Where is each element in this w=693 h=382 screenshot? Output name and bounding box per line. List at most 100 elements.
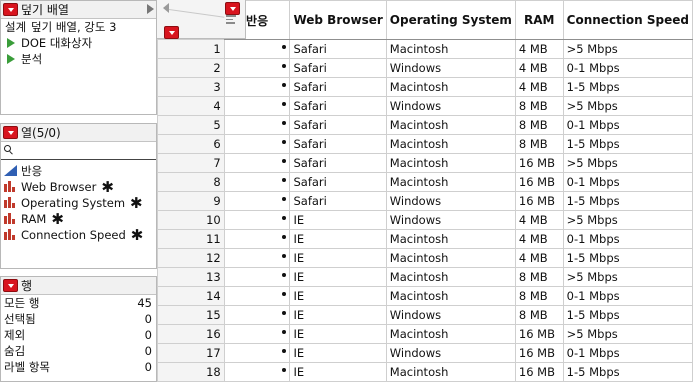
rows-hotspot-icon[interactable] — [3, 279, 18, 292]
row-number[interactable]: 2 — [157, 58, 225, 78]
row-number[interactable]: 10 — [157, 210, 225, 230]
cell-web-browser[interactable]: IE — [289, 305, 387, 325]
cell-response[interactable] — [223, 229, 291, 249]
cell-connection-speed[interactable]: 0-1 Mbps — [562, 343, 693, 363]
cell-ram[interactable]: 16 MB — [514, 191, 564, 211]
column-item-operating-system[interactable]: Operating System ✱ — [1, 195, 156, 211]
cell-operating-system[interactable]: Macintosh — [385, 362, 516, 382]
cell-ram[interactable]: 8 MB — [514, 115, 564, 135]
cell-connection-speed[interactable]: >5 Mbps — [562, 267, 693, 287]
cell-ram[interactable]: 16 MB — [514, 153, 564, 173]
cell-response[interactable] — [223, 115, 291, 135]
cell-web-browser[interactable]: Safari — [289, 115, 387, 135]
table-row[interactable]: 12 IE Macintosh 4 MB 1-5 Mbps — [157, 248, 693, 268]
row-number[interactable]: 1 — [157, 39, 225, 59]
cell-response[interactable] — [223, 96, 291, 116]
column-item-web-browser[interactable]: Web Browser ✱ — [1, 179, 156, 195]
cell-operating-system[interactable]: Macintosh — [385, 115, 516, 135]
cell-response[interactable] — [223, 153, 291, 173]
cell-operating-system[interactable]: Windows — [385, 343, 516, 363]
design-panel-header[interactable]: 덮기 배열 — [1, 1, 156, 19]
table-row[interactable]: 15 IE Windows 8 MB 1-5 Mbps — [157, 305, 693, 325]
cell-operating-system[interactable]: Macintosh — [385, 286, 516, 306]
cell-ram[interactable]: 4 MB — [514, 229, 564, 249]
cell-response[interactable] — [223, 39, 291, 59]
lock-icon[interactable]: ✱ — [51, 210, 64, 228]
row-number[interactable]: 11 — [157, 229, 225, 249]
cell-response[interactable] — [223, 343, 291, 363]
row-number[interactable]: 5 — [157, 115, 225, 135]
columns-hotspot-icon[interactable] — [3, 126, 18, 139]
cell-response[interactable] — [223, 210, 291, 230]
rows-panel-header[interactable]: 행 — [1, 277, 156, 295]
cell-operating-system[interactable]: Macintosh — [385, 134, 516, 154]
cell-operating-system[interactable]: Windows — [385, 96, 516, 116]
cell-operating-system[interactable]: Macintosh — [385, 229, 516, 249]
cell-web-browser[interactable]: IE — [289, 248, 387, 268]
cell-web-browser[interactable]: IE — [289, 267, 387, 287]
cell-connection-speed[interactable]: >5 Mbps — [562, 96, 693, 116]
table-hotspot-icon[interactable] — [225, 2, 240, 15]
row-number[interactable]: 17 — [157, 343, 225, 363]
cell-connection-speed[interactable]: 1-5 Mbps — [562, 305, 693, 325]
cell-operating-system[interactable]: Windows — [385, 191, 516, 211]
table-row[interactable]: 11 IE Macintosh 4 MB 0-1 Mbps — [157, 229, 693, 249]
table-row[interactable]: 4 Safari Windows 8 MB >5 Mbps — [157, 96, 693, 116]
cell-connection-speed[interactable]: 0-1 Mbps — [562, 172, 693, 192]
cell-connection-speed[interactable]: 0-1 Mbps — [562, 115, 693, 135]
cell-web-browser[interactable]: Safari — [289, 77, 387, 97]
cell-response[interactable] — [223, 324, 291, 344]
cell-ram[interactable]: 8 MB — [514, 96, 564, 116]
lock-icon[interactable]: ✱ — [131, 226, 144, 244]
cell-connection-speed[interactable]: 1-5 Mbps — [562, 77, 693, 97]
row-number[interactable]: 16 — [157, 324, 225, 344]
cell-operating-system[interactable]: Windows — [385, 58, 516, 78]
row-number[interactable]: 3 — [157, 77, 225, 97]
columns-panel-header[interactable]: 열(5/0) — [1, 124, 156, 142]
design-hotspot-icon[interactable] — [3, 3, 18, 16]
select-columns-icon[interactable] — [226, 15, 236, 25]
script-analysis[interactable]: 분석 — [1, 51, 156, 67]
cell-ram[interactable]: 4 MB — [514, 39, 564, 59]
cell-web-browser[interactable]: Safari — [289, 172, 387, 192]
cell-operating-system[interactable]: Macintosh — [385, 172, 516, 192]
cell-ram[interactable]: 4 MB — [514, 58, 564, 78]
table-row[interactable]: 9 Safari Windows 16 MB 1-5 Mbps — [157, 191, 693, 211]
table-row[interactable]: 7 Safari Macintosh 16 MB >5 Mbps — [157, 153, 693, 173]
cell-response[interactable] — [223, 267, 291, 287]
cell-operating-system[interactable]: Macintosh — [385, 39, 516, 59]
cell-response[interactable] — [223, 286, 291, 306]
lock-icon[interactable]: ✱ — [130, 194, 143, 212]
cell-operating-system[interactable]: Macintosh — [385, 324, 516, 344]
cell-connection-speed[interactable]: 1-5 Mbps — [562, 362, 693, 382]
collapse-right-icon[interactable] — [147, 4, 154, 14]
table-row[interactable]: 17 IE Windows 16 MB 0-1 Mbps — [157, 343, 693, 363]
cell-web-browser[interactable]: Safari — [289, 191, 387, 211]
row-number[interactable]: 8 — [157, 172, 225, 192]
cell-connection-speed[interactable]: 1-5 Mbps — [562, 191, 693, 211]
cell-web-browser[interactable]: IE — [289, 210, 387, 230]
row-number[interactable]: 14 — [157, 286, 225, 306]
cell-web-browser[interactable]: Safari — [289, 96, 387, 116]
table-row[interactable]: 5 Safari Macintosh 8 MB 0-1 Mbps — [157, 115, 693, 135]
cell-response[interactable] — [223, 172, 291, 192]
cell-web-browser[interactable]: IE — [289, 229, 387, 249]
column-item-response[interactable]: 반응 — [1, 163, 156, 179]
cell-connection-speed[interactable]: >5 Mbps — [562, 324, 693, 344]
cell-ram[interactable]: 4 MB — [514, 248, 564, 268]
row-number[interactable]: 18 — [157, 362, 225, 382]
lock-icon[interactable]: ✱ — [101, 178, 114, 196]
rows-hotspot-icon[interactable] — [164, 26, 179, 39]
row-number[interactable]: 15 — [157, 305, 225, 325]
row-number[interactable]: 7 — [157, 153, 225, 173]
column-search-input[interactable] — [1, 142, 156, 160]
table-row[interactable]: 1 Safari Macintosh 4 MB >5 Mbps — [157, 39, 693, 59]
cell-connection-speed[interactable]: 0-1 Mbps — [562, 286, 693, 306]
cell-response[interactable] — [223, 191, 291, 211]
cell-connection-speed[interactable]: 0-1 Mbps — [562, 229, 693, 249]
column-item-connection-speed[interactable]: Connection Speed ✱ — [1, 227, 156, 243]
cell-ram[interactable]: 8 MB — [514, 305, 564, 325]
cell-operating-system[interactable]: Macintosh — [385, 248, 516, 268]
table-row[interactable]: 13 IE Macintosh 8 MB >5 Mbps — [157, 267, 693, 287]
cell-operating-system[interactable]: Macintosh — [385, 267, 516, 287]
